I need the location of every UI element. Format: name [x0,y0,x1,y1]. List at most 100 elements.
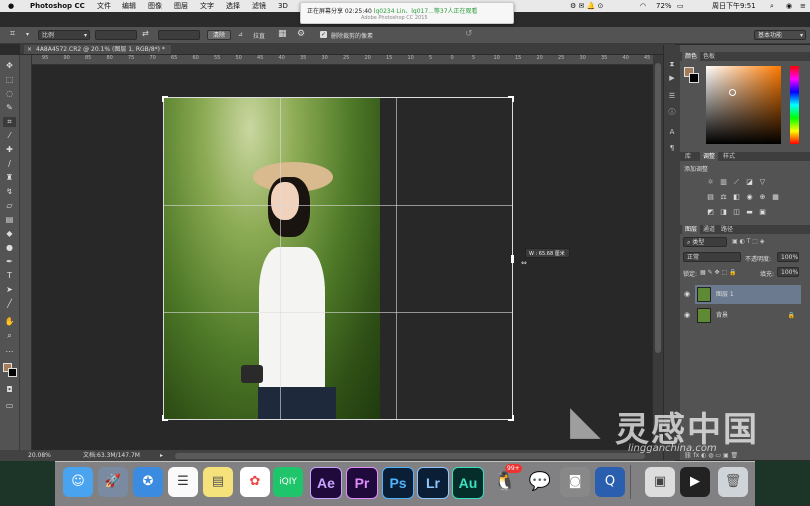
blend-mode-select[interactable]: 正常 [683,252,741,262]
character-panel-icon[interactable]: A [667,127,677,137]
dodge-tool-icon[interactable]: ● [3,243,16,253]
eraser-tool-icon[interactable]: ▱ [3,201,16,211]
workspace-select[interactable]: 基本功能 ▾ [754,30,806,40]
safari-icon[interactable]: ✪ [133,467,163,497]
straighten-label[interactable]: 拉直 [253,31,265,40]
tab-styles[interactable]: 样式 [720,152,738,161]
eye-icon[interactable]: ◉ [684,285,690,304]
photos-icon[interactable]: ✿ [240,467,270,497]
curves-icon[interactable]: ⟋ [732,178,741,187]
vibrance-icon[interactable]: ▽ [758,178,767,187]
preset-chevron-icon[interactable]: ▾ [26,31,29,38]
tab-libraries[interactable]: 库 [682,152,694,161]
gear-icon[interactable]: ⚙ [297,29,305,39]
healing-tool-icon[interactable]: ✚ [3,145,16,155]
history-panel-icon[interactable]: ⧗ [667,59,677,69]
properties-panel-icon[interactable]: ☰ [667,91,677,101]
quick-select-tool-icon[interactable]: ✎ [3,103,16,113]
quicktime-icon[interactable]: Q [595,467,625,497]
crop-tool-icon[interactable]: ⌗ [3,117,16,127]
color-field[interactable] [706,66,781,144]
hue-saturation-icon[interactable]: ▤ [706,193,715,202]
audition-icon[interactable]: Au [452,467,484,499]
menu-filter[interactable]: 滤镜 [252,1,266,11]
exposure-icon[interactable]: ◪ [745,178,754,187]
wifi-icon[interactable]: ◠ [640,1,646,11]
move-tool-icon[interactable]: ✥ [3,61,16,71]
crop-handle-top-left[interactable] [162,96,168,102]
photoshop-icon[interactable]: Ps [382,467,414,499]
photo-stack-icon[interactable]: ▣ [645,467,675,497]
menu-type[interactable]: 文字 [200,1,214,11]
type-tool-icon[interactable]: T [3,271,16,281]
eye-icon[interactable]: ◉ [684,306,690,325]
spotlight-icon[interactable]: ⌕ [770,1,774,11]
after-effects-icon[interactable]: Ae [310,467,342,499]
hand-tool-icon[interactable]: ✋ [3,317,16,327]
screen-mode-icon[interactable]: ▭ [3,401,16,411]
battery-icon[interactable]: ▭ [677,1,684,11]
tab-layers[interactable]: 图层 [682,225,701,234]
battery-percent[interactable]: 72% [656,1,672,11]
ruler-left[interactable] [20,55,32,450]
levels-icon[interactable]: ▥ [719,178,728,187]
tab-adjustments[interactable]: 调整 [700,152,719,161]
menu-file[interactable]: 文件 [97,1,111,11]
actions-panel-icon[interactable]: ▶ [667,73,677,83]
width-input[interactable] [95,30,137,40]
layer-kind-select[interactable]: ⌕ 类型 [683,237,727,247]
marquee-tool-icon[interactable]: ⬚ [3,75,16,85]
layer-row-selected[interactable]: ◉ 图层 1 [680,285,801,304]
menu-edit[interactable]: 编辑 [122,1,136,11]
blur-tool-icon[interactable]: ◆ [3,229,16,239]
reminders-icon[interactable]: ☰ [168,467,198,497]
fill-input[interactable]: 100% [777,267,799,277]
crop-tool-preset-icon[interactable]: ⌗ [10,29,15,39]
stamp-tool-icon[interactable]: ♜ [3,173,16,183]
gradient-tool-icon[interactable]: ▤ [3,215,16,225]
opacity-input[interactable]: 100% [777,252,799,262]
menu-image[interactable]: 图像 [148,1,162,11]
menu-app-name[interactable]: Photoshop CC [30,1,85,11]
apple-icon[interactable]: ● [8,1,14,11]
color-balance-icon[interactable]: ⚖ [719,193,728,202]
close-tab-icon[interactable]: × [27,45,32,54]
zoom-tool-icon[interactable]: ⌕ [3,331,16,341]
notification-icon[interactable]: ≡ [800,1,806,11]
layer-name[interactable]: 背景 [716,306,728,325]
camera-icon[interactable]: ◙ [560,467,590,497]
pen-tool-icon[interactable]: ✒ [3,257,16,267]
zoom-level[interactable]: 20.08% [28,450,51,461]
overlay-grid-icon[interactable]: ▦ [278,29,287,39]
straighten-icon[interactable]: ⊿ [238,31,243,38]
siri-icon[interactable]: ◉ [786,1,792,11]
hue-slider[interactable] [790,66,799,144]
height-input[interactable] [158,30,200,40]
color-picker-cursor[interactable] [729,89,736,96]
toolbar-background-swatch[interactable] [8,368,17,377]
swap-icon[interactable]: ⇄ [142,29,149,38]
layer-name[interactable]: 图层 1 [716,285,734,304]
layer-row[interactable]: ◉ 背景 🔒 [680,306,801,325]
screen-share-banner[interactable]: 正在屏幕分享 02:25:40 lq0234 Lin、lq017...等37人正… [300,2,514,24]
crop-handle-right[interactable] [511,255,514,263]
wechat-icon[interactable]: 💬 [525,467,555,497]
history-brush-icon[interactable]: ↯ [3,187,16,197]
document-tab[interactable]: × 4A8A4572.CR2 @ 20.1% (图层 1, RGB/8*) * [24,45,171,54]
ruler-top[interactable]: 95 90 85 80 75 70 65 60 55 50 45 40 35 30 25 20 15 10 5 0 5 1… [32,55,675,65]
crop-handle-top-right[interactable] [508,96,514,102]
status-arrow-icon[interactable]: ▸ [160,450,163,461]
tab-paths[interactable]: 路径 [718,225,736,234]
notes-icon[interactable]: ▤ [203,467,233,497]
iqiyi-icon[interactable]: iQIY [273,467,303,497]
delete-cropped-checkbox[interactable]: ✓ [320,31,327,38]
photo-filter-icon[interactable]: ◉ [745,193,754,202]
crop-handle-bottom-left[interactable] [162,415,168,421]
tab-swatches[interactable]: 色板 [700,52,718,61]
clear-button[interactable]: 清除 [207,30,231,40]
path-select-tool-icon[interactable]: ➤ [3,285,16,295]
lock-icons[interactable]: ▦ ✎ ✥ ⬚ 🔒 [700,269,737,276]
menubar-clock[interactable]: 周日下午9:51 [712,1,756,11]
invert-icon[interactable]: ◩ [706,208,715,217]
crop-handle-bottom-right[interactable] [508,415,514,421]
